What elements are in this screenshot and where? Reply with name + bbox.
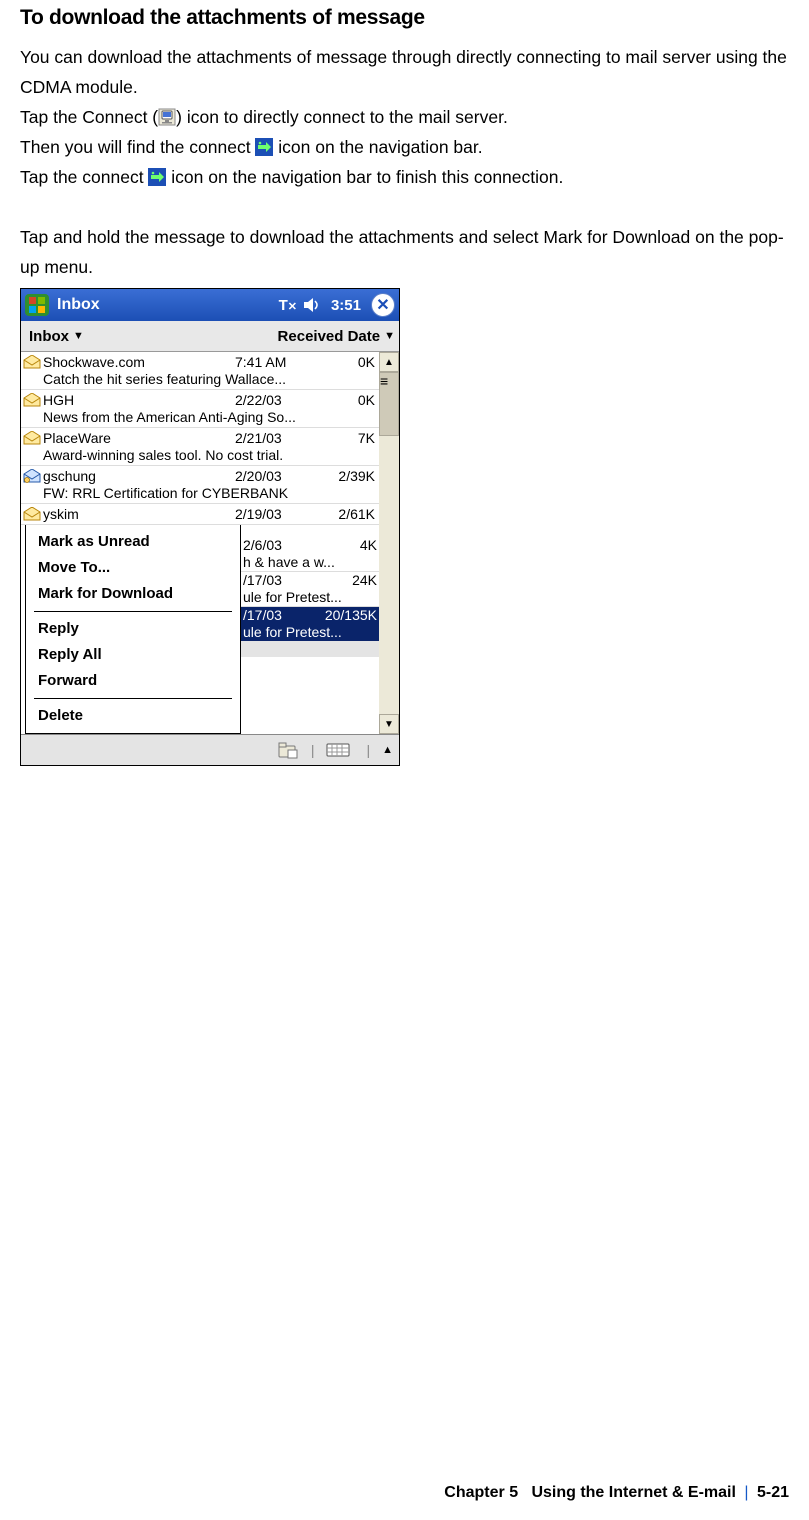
msg-subject: ule for Pretest... (241, 624, 379, 641)
p2a: Tap the Connect ( (20, 107, 158, 127)
msg-from: HGH (43, 392, 235, 409)
footer-separator: | (744, 1484, 748, 1501)
msg-size: 2/61K (313, 506, 377, 523)
connect-doc-icon (158, 108, 176, 126)
msg-size: 7K (313, 430, 377, 447)
envelope-open-icon (23, 431, 43, 447)
msg-date: /17/03 (241, 607, 311, 624)
up-arrow-icon[interactable]: ▲ (382, 744, 393, 756)
paragraph-1: You can download the attachments of mess… (20, 42, 789, 102)
msg-from: Shockwave.com (43, 354, 235, 371)
msg-subject: Award-winning sales tool. No cost trial. (21, 447, 379, 466)
msg-size: 0K (313, 354, 377, 371)
paragraph-3: Then you will find the connect icon on t… (20, 132, 789, 162)
msg-from: PlaceWare (43, 430, 235, 447)
p4a: Tap the connect (20, 167, 148, 187)
envelope-open-icon (23, 507, 43, 523)
message-row[interactable]: HGH 2/22/03 0K News from the American An… (21, 390, 379, 428)
msg-size: 0K (313, 392, 377, 409)
window-title: Inbox (57, 296, 100, 314)
msg-subject: News from the American Anti-Aging So... (21, 409, 379, 428)
chevron-down-icon: ▼ (73, 330, 84, 342)
scroll-down-icon[interactable]: ▼ (379, 714, 399, 734)
context-menu: Mark as Unread Move To... Mark for Downl… (25, 524, 241, 734)
body-text: You can download the attachments of mess… (20, 42, 789, 282)
message-row[interactable]: gschung 2/20/03 2/39K FW: RRL Certificat… (21, 466, 379, 504)
menu-reply-all[interactable]: Reply All (26, 642, 240, 668)
scroll-up-icon[interactable]: ▲ (379, 352, 399, 372)
msg-subject: Catch the hit series featuring Wallace..… (21, 371, 379, 390)
folder-label: Inbox (29, 328, 69, 345)
sort-dropdown[interactable]: Received Date ▼ (233, 328, 399, 345)
menu-move-to[interactable]: Move To... (26, 555, 240, 581)
scrollbar[interactable]: ▲ ≡ ▼ (379, 352, 399, 734)
footer-page: 5-21 (757, 1484, 789, 1501)
folder-tool-icon[interactable] (277, 740, 299, 760)
footer-chapter: Chapter 5 (444, 1484, 518, 1501)
msg-size: 4K (311, 537, 379, 554)
msg-date: 2/19/03 (235, 506, 313, 523)
paragraph-2: Tap the Connect ( ) icon to directly conn… (20, 102, 789, 132)
p2b: ) icon to directly connect to the mail s… (176, 107, 508, 127)
envelope-open-icon (23, 393, 43, 409)
spacer (20, 192, 789, 222)
menu-reply[interactable]: Reply (26, 616, 240, 642)
p3a: Then you will find the connect (20, 137, 255, 157)
window-titlebar: Inbox T✕ 3:51 ✕ (21, 289, 399, 321)
paragraph-4: Tap the connect icon on the navigation b… (20, 162, 789, 192)
menu-delete[interactable]: Delete (26, 703, 240, 729)
msg-size: 20/135K (311, 607, 379, 624)
sort-label: Received Date (278, 328, 381, 345)
connect-nav-icon-2 (148, 168, 166, 186)
msg-subject: ule for Pretest... (241, 589, 379, 607)
connect-nav-icon (255, 138, 273, 156)
chevron-down-icon: ▼ (384, 330, 395, 342)
p4b: icon on the navigation bar to finish thi… (166, 167, 563, 187)
msg-from: gschung (43, 468, 235, 485)
paragraph-5: Tap and hold the message to download the… (20, 222, 789, 282)
msg-size: 24K (311, 572, 379, 589)
envelope-attachment-icon (23, 469, 43, 485)
p3b: icon on the navigation bar. (273, 137, 482, 157)
message-row[interactable]: PlaceWare 2/21/03 7K Award-winning sales… (21, 428, 379, 466)
message-row[interactable]: Shockwave.com 7:41 AM 0K Catch the hit s… (21, 352, 379, 390)
folder-dropdown[interactable]: Inbox ▼ (21, 328, 233, 345)
msg-from: yskim (43, 506, 235, 523)
msg-date: 2/21/03 (235, 430, 313, 447)
inbox-screenshot: Inbox T✕ 3:51 ✕ Inbox ▼ Received Date ▼ (20, 288, 400, 766)
speaker-icon[interactable] (303, 297, 321, 313)
msg-subject: FW: RRL Certification for CYBERBANK (21, 485, 379, 504)
partial-rows: 2/6/03 4K h & have a w... /17/03 24K ule… (241, 525, 379, 734)
footer-title: Using the Internet & E-mail (531, 1484, 735, 1501)
msg-size: 2/39K (313, 468, 377, 485)
signal-icon[interactable]: T✕ (279, 297, 297, 314)
menu-mark-unread[interactable]: Mark as Unread (26, 529, 240, 555)
keyboard-icon[interactable] (326, 742, 354, 758)
close-icon[interactable]: ✕ (371, 293, 395, 317)
start-icon[interactable] (25, 294, 49, 316)
page-footer: Chapter 5 Using the Internet & E-mail | … (444, 1484, 789, 1502)
section-heading: To download the attachments of message (20, 6, 789, 30)
msg-date: /17/03 (241, 572, 311, 589)
msg-date: 7:41 AM (235, 354, 313, 371)
list-header: Inbox ▼ Received Date ▼ (21, 321, 399, 352)
msg-date: 2/20/03 (235, 468, 313, 485)
message-list: Shockwave.com 7:41 AM 0K Catch the hit s… (21, 352, 379, 734)
envelope-open-icon (23, 355, 43, 371)
message-row[interactable]: yskim 2/19/03 2/61K (21, 504, 379, 525)
menu-mark-download[interactable]: Mark for Download (26, 581, 240, 607)
menu-forward[interactable]: Forward (26, 668, 240, 694)
msg-date: 2/6/03 (241, 537, 311, 554)
msg-subject: h & have a w... (241, 554, 379, 572)
bottom-toolbar: | | ▲ (21, 734, 399, 765)
clock[interactable]: 3:51 (331, 297, 361, 314)
msg-date: 2/22/03 (235, 392, 313, 409)
scroll-thumb[interactable]: ≡ (379, 372, 399, 436)
